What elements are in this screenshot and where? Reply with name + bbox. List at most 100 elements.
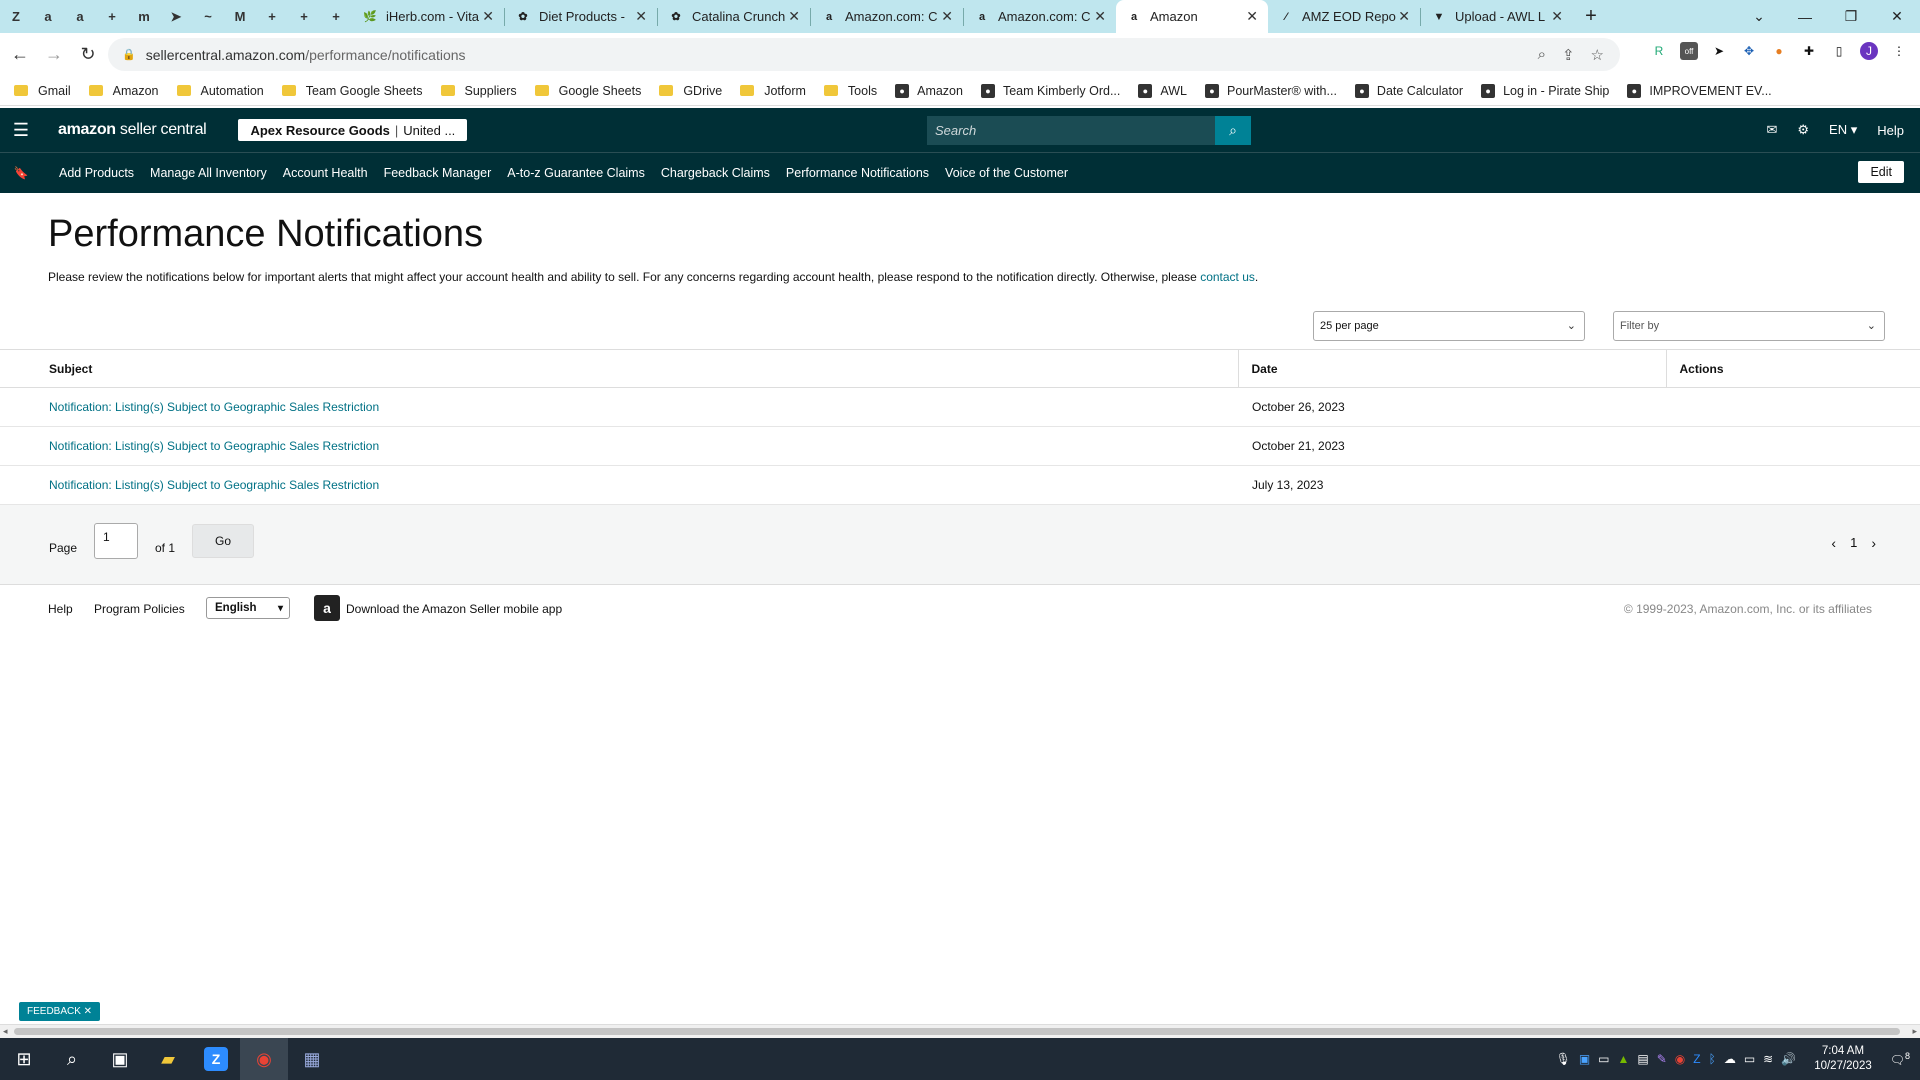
bookmark-item[interactable]: ● IMPROVEMENT EV... — [1627, 83, 1772, 98]
bookmark-item[interactable]: Gmail — [14, 84, 71, 98]
notification-link[interactable]: Notification: Listing(s) Subject to Geog… — [49, 400, 379, 414]
file-explorer-icon[interactable]: ▰ — [144, 1038, 192, 1080]
contact-us-link[interactable]: contact us — [1200, 270, 1255, 284]
search-button[interactable]: ⌕ — [1215, 116, 1251, 145]
bluetooth-icon[interactable]: ᛒ — [1709, 1052, 1716, 1066]
page-number-input[interactable]: 1 — [94, 523, 138, 559]
close-tab-icon[interactable]: ✕ — [1246, 8, 1258, 25]
filter-by-select[interactable]: Filter by ⌄ — [1613, 311, 1885, 341]
microphone-icon[interactable]: 🎙 — [1556, 1052, 1571, 1066]
footer-language-select[interactable]: English ▾ — [206, 597, 290, 619]
hamburger-menu-icon[interactable]: ☰ — [0, 120, 42, 141]
calculator-app-icon[interactable]: ▦ — [288, 1038, 336, 1080]
date-header[interactable]: Date — [1237, 349, 1666, 388]
system-clock[interactable]: 7:04 AM 10/27/2023 — [1814, 1044, 1872, 1074]
profile-avatar[interactable]: J — [1860, 42, 1878, 60]
zoom-app-icon[interactable]: Z — [192, 1038, 240, 1080]
extension-compass-icon[interactable]: ✥ — [1740, 42, 1758, 60]
pinned-tab[interactable]: + — [256, 0, 288, 33]
close-tab-icon[interactable]: ✕ — [1551, 8, 1563, 25]
url-field[interactable]: 🔒 sellercentral.amazon.com/performance/n… — [108, 38, 1620, 71]
scrollbar-thumb[interactable] — [14, 1028, 1900, 1035]
nav-link[interactable]: Manage All Inventory — [150, 166, 267, 180]
browser-tab[interactable]: ✿ Catalina Crunch ✕ — [658, 0, 810, 33]
nav-link[interactable]: Chargeback Claims — [661, 166, 770, 180]
scroll-left-icon[interactable]: ◂ — [3, 1026, 8, 1037]
search-taskbar-icon[interactable]: ⌕ — [48, 1038, 96, 1080]
bookmark-item[interactable]: Automation — [176, 84, 264, 98]
bookmark-item[interactable]: ● PourMaster® with... — [1204, 83, 1337, 98]
pinned-tab[interactable]: ➤ — [160, 0, 192, 33]
close-window-button[interactable]: ✕ — [1874, 0, 1920, 33]
star-icon[interactable]: ☆ — [1591, 46, 1604, 64]
close-tab-icon[interactable]: ✕ — [1094, 8, 1106, 25]
bookmark-item[interactable]: ● Log in - Pirate Ship — [1481, 83, 1609, 98]
per-page-select[interactable]: 25 per page ⌄ — [1313, 311, 1585, 341]
battery-icon[interactable]: ▭ — [1744, 1052, 1755, 1066]
bookmark-item[interactable]: ● AWL — [1138, 83, 1187, 98]
chevron-right-icon[interactable]: › — [1871, 535, 1876, 551]
menu-dots-icon[interactable]: ⋮ — [1890, 42, 1908, 60]
chrome-tray-icon[interactable]: ◉ — [1675, 1052, 1685, 1066]
pen-icon[interactable]: ✎ — [1657, 1052, 1667, 1066]
puzzle-icon[interactable]: ✚ — [1800, 42, 1818, 60]
download-app-link[interactable]: Download the Amazon Seller mobile app — [346, 602, 562, 616]
bookmark-item[interactable]: GDrive — [659, 84, 722, 98]
nvidia-icon[interactable]: ▲ — [1618, 1052, 1630, 1066]
tray-app-icon[interactable]: ▣ — [1579, 1052, 1590, 1066]
browser-tab[interactable]: ⁄ AMZ EOD Repo ✕ — [1268, 0, 1420, 33]
pinned-tab[interactable]: m — [128, 0, 160, 33]
pinned-tab[interactable]: a — [64, 0, 96, 33]
bookmark-item[interactable]: Tools — [823, 84, 877, 98]
pinned-tab[interactable]: + — [320, 0, 352, 33]
wifi-icon[interactable]: ≋ — [1763, 1052, 1773, 1066]
go-button[interactable]: Go — [192, 524, 254, 558]
close-tab-icon[interactable]: ✕ — [941, 8, 953, 25]
bookmark-item[interactable]: Google Sheets — [534, 84, 641, 98]
close-tab-icon[interactable]: ✕ — [788, 8, 800, 25]
bookmark-item[interactable]: Jotform — [740, 84, 806, 98]
pinned-tab[interactable]: Z — [0, 0, 32, 33]
subject-header[interactable]: Subject — [0, 349, 1238, 388]
mail-icon[interactable]: ✉ — [1766, 122, 1777, 138]
new-tab-button[interactable]: + — [1573, 5, 1609, 28]
nav-link[interactable]: A-to-z Guarantee Claims — [507, 166, 645, 180]
windows-start-icon[interactable]: ⊞ — [0, 1038, 48, 1080]
horizontal-scrollbar[interactable]: ◂ ▸ — [0, 1024, 1920, 1038]
browser-tab[interactable]: ▼ Upload - AWL L ✕ — [1421, 0, 1573, 33]
sidepanel-icon[interactable]: ▯ — [1830, 42, 1848, 60]
chat-icon[interactable]: ▭ — [1598, 1052, 1609, 1066]
forward-button[interactable]: → — [40, 44, 68, 65]
bookmark-icon[interactable]: 🔖 — [0, 166, 42, 180]
nav-link[interactable]: Feedback Manager — [384, 166, 492, 180]
volume-icon[interactable]: 🔊 — [1781, 1052, 1796, 1066]
maximize-button[interactable]: ❐ — [1828, 0, 1874, 33]
pinned-tab[interactable]: a — [32, 0, 64, 33]
notification-center-icon[interactable]: 🗨8 — [1890, 1051, 1910, 1067]
extension-circle-icon[interactable]: ● — [1770, 42, 1788, 60]
reload-button[interactable]: ↻ — [74, 44, 102, 65]
seller-app-icon[interactable]: a — [314, 595, 340, 621]
nav-link[interactable]: Add Products — [59, 166, 134, 180]
zoom-icon[interactable]: ⌕ — [1538, 46, 1546, 64]
browser-tab[interactable]: a Amazon ✕ — [1116, 0, 1268, 33]
share-icon[interactable]: ⇪ — [1562, 46, 1575, 64]
help-link[interactable]: Help — [1877, 123, 1904, 138]
chrome-app-icon[interactable]: ◉ — [240, 1038, 288, 1080]
notification-link[interactable]: Notification: Listing(s) Subject to Geog… — [49, 478, 379, 492]
search-input[interactable] — [927, 116, 1215, 145]
nav-link[interactable]: Voice of the Customer — [945, 166, 1068, 180]
zoom-tray-icon[interactable]: Z — [1693, 1052, 1700, 1066]
close-tab-icon[interactable]: ✕ — [635, 8, 647, 25]
tab-search-icon[interactable]: ⌄ — [1736, 0, 1782, 33]
bookmark-item[interactable]: Suppliers — [440, 84, 517, 98]
minimize-button[interactable]: — — [1782, 0, 1828, 33]
nav-link[interactable]: Account Health — [283, 166, 368, 180]
bookmark-item[interactable]: Amazon — [88, 84, 159, 98]
close-tab-icon[interactable]: ✕ — [482, 8, 494, 25]
close-tab-icon[interactable]: ✕ — [1398, 8, 1410, 25]
cloud-icon[interactable]: ☁ — [1724, 1052, 1736, 1066]
task-view-icon[interactable]: ▣ — [96, 1038, 144, 1080]
bookmark-item[interactable]: ● Team Kimberly Ord... — [980, 83, 1120, 98]
notification-link[interactable]: Notification: Listing(s) Subject to Geog… — [49, 439, 379, 453]
